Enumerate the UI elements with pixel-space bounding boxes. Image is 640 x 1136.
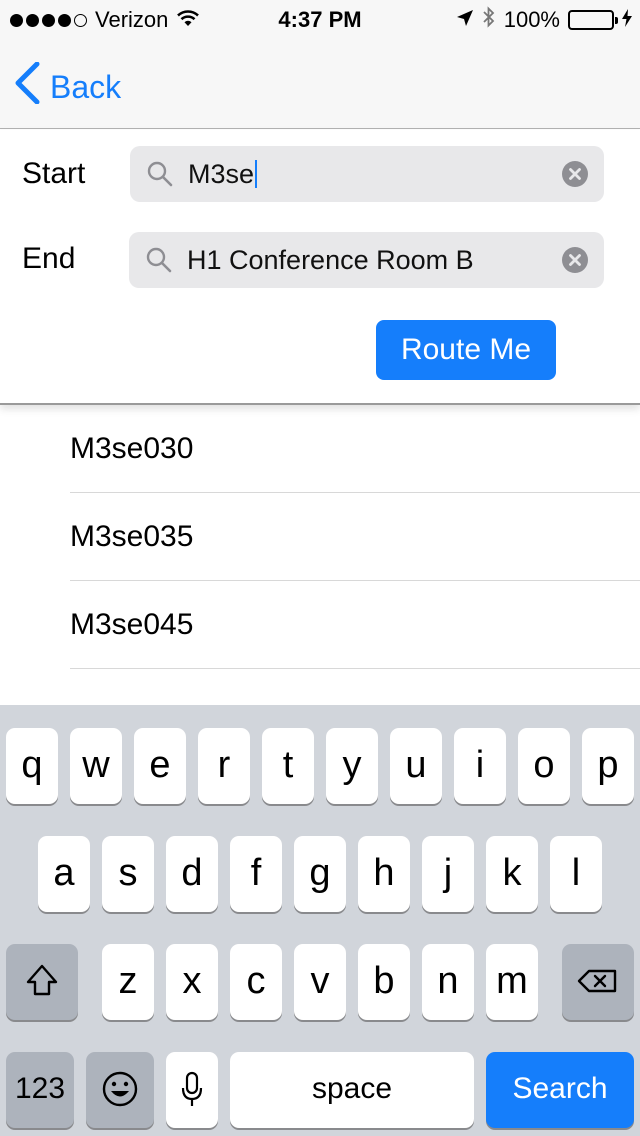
back-button[interactable]: Back: [14, 61, 122, 112]
key-j[interactable]: j: [422, 836, 474, 912]
key-d[interactable]: d: [166, 836, 218, 912]
location-arrow-icon: [456, 7, 474, 33]
shift-icon: [26, 964, 58, 996]
key-h[interactable]: h: [358, 836, 410, 912]
key-r[interactable]: r: [198, 728, 250, 804]
list-item[interactable]: M3se045: [70, 581, 640, 669]
end-label: End: [22, 242, 76, 275]
start-search-field[interactable]: M3se: [130, 146, 604, 202]
key-k[interactable]: k: [486, 836, 538, 912]
battery-percent: 100%: [503, 7, 560, 32]
key-g[interactable]: g: [294, 836, 346, 912]
delete-key[interactable]: [562, 944, 634, 1020]
dictation-key[interactable]: [166, 1052, 218, 1128]
status-bar: Verizon 4:37 PM 100%: [0, 0, 640, 40]
clear-start-button[interactable]: [562, 161, 588, 187]
search-key[interactable]: Search: [486, 1052, 634, 1128]
key-u[interactable]: u: [390, 728, 442, 804]
key-z[interactable]: z: [102, 944, 154, 1020]
emoji-key[interactable]: [86, 1052, 154, 1128]
start-search-input[interactable]: M3se: [188, 159, 254, 189]
key-n[interactable]: n: [422, 944, 474, 1020]
back-label: Back: [50, 68, 122, 105]
search-icon: [145, 246, 173, 279]
emoji-icon: [102, 1071, 138, 1107]
key-w[interactable]: w: [70, 728, 122, 804]
microphone-icon: [181, 1071, 203, 1106]
key-x[interactable]: x: [166, 944, 218, 1020]
key-v[interactable]: v: [294, 944, 346, 1020]
bluetooth-icon: [482, 6, 496, 34]
key-p[interactable]: p: [582, 728, 634, 804]
key-a[interactable]: a: [38, 836, 90, 912]
end-search-field[interactable]: H1 Conference Room B: [129, 232, 604, 288]
chevron-left-icon: [14, 61, 40, 112]
key-e[interactable]: e: [134, 728, 186, 804]
search-results-list: M3se030 M3se035 M3se045: [0, 405, 640, 705]
start-label: Start: [22, 157, 86, 190]
status-right: 100%: [456, 6, 632, 34]
navigation-bar: Back: [0, 40, 640, 129]
battery-icon: [568, 10, 618, 30]
key-o[interactable]: o: [518, 728, 570, 804]
charging-bolt-icon: [622, 7, 632, 33]
route-form: Start M3se End H1 Conference Room B Rout…: [0, 130, 640, 405]
key-m[interactable]: m: [486, 944, 538, 1020]
keyboard: q w e r t y u i o p a s d f g h j k l z …: [0, 705, 640, 1136]
route-me-button[interactable]: Route Me: [376, 320, 556, 380]
numbers-key[interactable]: 123: [6, 1052, 74, 1128]
key-y[interactable]: y: [326, 728, 378, 804]
key-q[interactable]: q: [6, 728, 58, 804]
space-key[interactable]: space: [230, 1052, 474, 1128]
key-f[interactable]: f: [230, 836, 282, 912]
search-icon: [146, 160, 174, 193]
clear-icon: [569, 254, 581, 266]
key-t[interactable]: t: [262, 728, 314, 804]
clear-icon: [569, 168, 581, 180]
backspace-icon: [577, 969, 617, 993]
list-item[interactable]: M3se035: [70, 493, 640, 581]
text-caret: [255, 160, 258, 188]
shift-key[interactable]: [6, 944, 78, 1020]
key-l[interactable]: l: [550, 836, 602, 912]
key-s[interactable]: s: [102, 836, 154, 912]
end-search-input[interactable]: H1 Conference Room B: [187, 245, 474, 276]
clear-end-button[interactable]: [562, 247, 588, 273]
list-item[interactable]: M3se030: [70, 405, 640, 493]
key-b[interactable]: b: [358, 944, 410, 1020]
key-i[interactable]: i: [454, 728, 506, 804]
key-c[interactable]: c: [230, 944, 282, 1020]
